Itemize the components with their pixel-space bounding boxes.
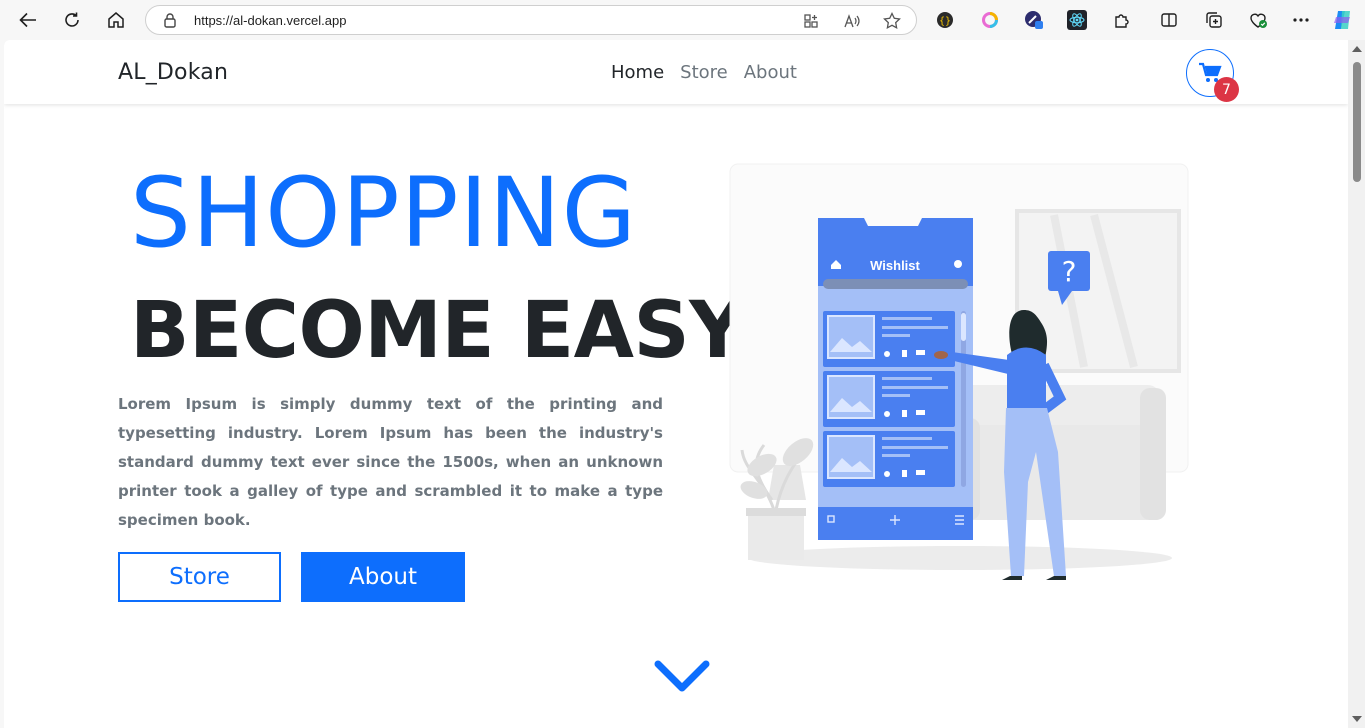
extension-ring-icon[interactable] <box>979 9 1001 31</box>
hero-title: SHOPPING <box>130 157 637 269</box>
nav-link-home[interactable]: Home <box>611 62 664 83</box>
more-options-icon[interactable] <box>1290 9 1312 31</box>
split-screen-icon[interactable] <box>1158 9 1180 31</box>
scroll-down-arrow-icon[interactable] <box>1352 716 1362 722</box>
page-scrollbar[interactable] <box>1348 40 1365 728</box>
home-icon <box>108 12 124 28</box>
read-aloud-icon[interactable] <box>842 11 862 31</box>
app-available-icon[interactable] <box>801 11 821 31</box>
lock-icon <box>163 12 177 33</box>
brand-logo[interactable]: AL_Dokan <box>118 60 228 85</box>
svg-text:{}: {} <box>939 16 951 27</box>
home-button[interactable] <box>102 7 130 33</box>
store-button[interactable]: Store <box>118 552 281 602</box>
favorite-star-icon[interactable] <box>882 11 902 31</box>
reload-icon <box>65 12 79 27</box>
address-bar[interactable]: https://al-dokan.vercel.app <box>145 5 917 35</box>
hero-description: Lorem Ipsum is simply dummy text of the … <box>118 395 663 529</box>
back-arrow-icon <box>19 12 36 28</box>
scroll-down-chevron-icon[interactable] <box>652 658 712 696</box>
collections-icon[interactable] <box>1203 9 1225 31</box>
question-mark-text: ? <box>1062 255 1077 288</box>
extension-color-picker-icon[interactable] <box>1023 9 1045 31</box>
browser-essentials-icon[interactable] <box>1247 9 1269 31</box>
nav-links: Home Store About <box>611 62 797 83</box>
site-navbar: AL_Dokan Home Store About 7 <box>4 40 1348 104</box>
url-text[interactable]: https://al-dokan.vercel.app <box>194 13 346 28</box>
scroll-up-arrow-icon[interactable] <box>1352 46 1362 52</box>
browser-toolbar: https://al-dokan.vercel.app {} <box>0 0 1365 40</box>
nav-link-store[interactable]: Store <box>680 62 728 83</box>
extensions-puzzle-icon[interactable] <box>1111 9 1133 31</box>
about-button[interactable]: About <box>301 552 465 602</box>
back-button[interactable] <box>14 7 42 33</box>
extension-json-icon[interactable]: {} <box>934 9 956 31</box>
cart-count-badge: 7 <box>1214 77 1239 102</box>
nav-link-about[interactable]: About <box>744 62 797 83</box>
reload-button[interactable] <box>58 7 86 33</box>
extension-react-devtools-icon[interactable] <box>1066 9 1088 31</box>
hero-subtitle: BECOME EASY <box>130 286 746 376</box>
shopping-illustration: Wishlist ? <box>729 163 1189 580</box>
scrollbar-thumb[interactable] <box>1353 62 1361 182</box>
page-viewport: AL_Dokan Home Store About 7 SHOPPING BEC… <box>4 40 1348 728</box>
wishlist-label: Wishlist <box>870 258 920 273</box>
copilot-icon[interactable] <box>1332 9 1354 31</box>
